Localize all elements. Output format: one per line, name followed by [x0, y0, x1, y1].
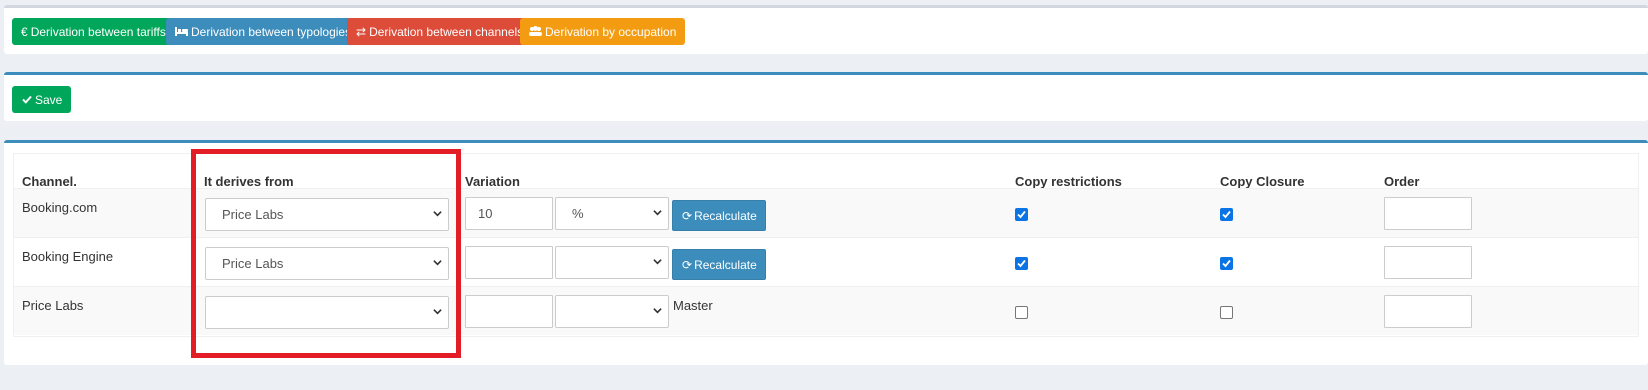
derives-from-select[interactable]	[205, 296, 449, 329]
copy-restrictions-checkbox[interactable]	[1015, 208, 1028, 221]
derives-from-value: Price Labs	[222, 207, 284, 222]
derives-from-value: Price Labs	[222, 256, 284, 271]
derivation-typologies-button[interactable]: Derivation between typologies	[166, 18, 361, 45]
users-icon	[529, 25, 542, 39]
copy-restrictions-checkbox[interactable]	[1015, 257, 1028, 270]
table-row: Booking Engine Price Labs ⟳ Recalculate	[14, 237, 1638, 286]
variation-input-value: 10	[478, 206, 493, 221]
table-row: Booking.com Price Labs 10 % ⟳ Recalculat…	[14, 188, 1638, 237]
save-label: Save	[35, 92, 63, 107]
recalculate-button[interactable]: ⟳ Recalculate	[672, 200, 766, 231]
chevron-down-icon	[653, 308, 662, 314]
derivation-tariffs-label: Derivation between tariffs	[30, 24, 166, 39]
chevron-down-icon	[653, 210, 662, 216]
derivation-typologies-label: Derivation between typologies	[191, 24, 352, 39]
header-copy-restrictions: Copy restrictions	[1015, 174, 1122, 189]
copy-restrictions-checkbox[interactable]	[1015, 306, 1028, 319]
channel-name: Booking.com	[22, 200, 98, 215]
derives-from-select[interactable]: Price Labs	[205, 247, 449, 280]
table-row: Price Labs Master	[14, 286, 1638, 335]
header-variation: Variation	[465, 174, 520, 189]
channel-name: Booking Engine	[22, 249, 114, 264]
channel-name: Price Labs	[22, 298, 84, 313]
copy-closure-checkbox[interactable]	[1220, 257, 1233, 270]
chevron-down-icon	[433, 309, 442, 315]
derivation-types-panel: € Derivation between tariffs Derivation …	[4, 5, 1648, 54]
derivation-occupation-label: Derivation by occupation	[545, 24, 677, 39]
derivation-channels-button[interactable]: ⇄ Derivation between channels	[347, 18, 533, 45]
bed-icon	[175, 25, 188, 39]
header-copy-closure: Copy Closure	[1220, 174, 1305, 189]
derivation-channels-label: Derivation between channels	[369, 24, 524, 39]
save-button[interactable]: Save	[12, 86, 72, 113]
recalculate-label: Recalculate	[694, 208, 757, 223]
header-derives-from: It derives from	[204, 174, 294, 189]
recalculate-button[interactable]: ⟳ Recalculate	[672, 249, 766, 280]
save-panel: Save	[4, 72, 1648, 121]
refresh-icon: ⟳	[682, 208, 693, 223]
recalculate-label: Recalculate	[694, 257, 757, 272]
channels-panel: Channel. It derives from Variation Copy …	[4, 140, 1648, 365]
euro-icon: €	[21, 24, 28, 39]
channels-table: Channel. It derives from Variation Copy …	[13, 153, 1639, 337]
variation-unit-select[interactable]: %	[555, 197, 669, 230]
refresh-icon: ⟳	[682, 257, 693, 272]
copy-closure-checkbox[interactable]	[1220, 306, 1233, 319]
copy-closure-checkbox[interactable]	[1220, 208, 1233, 221]
order-input[interactable]	[1384, 246, 1472, 279]
exchange-icon: ⇄	[356, 24, 367, 39]
chevron-down-icon	[433, 211, 442, 217]
order-input[interactable]	[1384, 197, 1472, 230]
variation-input[interactable]	[465, 246, 553, 279]
chevron-down-icon	[433, 260, 442, 266]
header-channel: Channel.	[22, 174, 77, 189]
variation-input[interactable]: 10	[465, 197, 553, 230]
variation-unit-value: %	[572, 206, 584, 221]
variation-unit-select[interactable]	[555, 246, 669, 279]
chevron-down-icon	[653, 259, 662, 265]
derivation-tariffs-button[interactable]: € Derivation between tariffs	[12, 18, 175, 45]
order-input[interactable]	[1384, 295, 1472, 328]
check-icon	[22, 93, 32, 107]
master-label: Master	[673, 298, 713, 313]
derivation-occupation-button[interactable]: Derivation by occupation	[520, 18, 686, 45]
header-order: Order	[1384, 174, 1420, 189]
derives-from-select[interactable]: Price Labs	[205, 198, 449, 231]
variation-unit-select[interactable]	[555, 295, 669, 328]
variation-input[interactable]	[465, 295, 553, 328]
